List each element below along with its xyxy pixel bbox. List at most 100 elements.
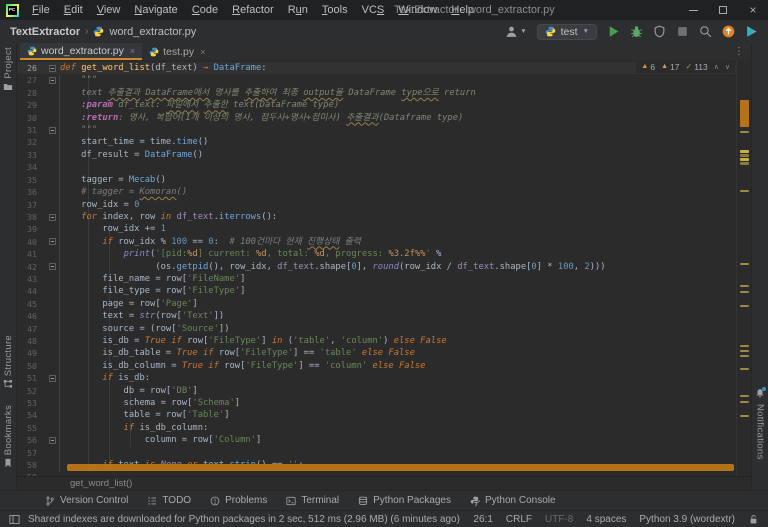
horizontal-scrollbar[interactable] xyxy=(67,464,734,471)
code-line-31[interactable]: 31 """ xyxy=(17,124,736,136)
code-line-38[interactable]: 38 for index, row in df_text.iterrows(): xyxy=(17,211,736,223)
menu-edit[interactable]: Edit xyxy=(57,0,90,20)
status-4-spaces[interactable]: 4 spaces xyxy=(586,514,626,525)
code-line-43[interactable]: 43 file_name = row['FileName'] xyxy=(17,273,736,285)
error-stripe-mark[interactable] xyxy=(740,285,749,287)
tool-stripe-notifications[interactable]: Notifications xyxy=(755,387,766,460)
coverage-button[interactable] xyxy=(653,25,666,38)
close-button[interactable]: × xyxy=(738,0,768,20)
code-line-47[interactable]: 47 source = (row['Source']) xyxy=(17,323,736,335)
fold-collapse-icon[interactable] xyxy=(48,213,56,221)
tool-stripe-structure[interactable]: Structure xyxy=(3,335,14,389)
code-line-48[interactable]: 48 is_db = True if row['FileType'] in ('… xyxy=(17,335,736,347)
debug-button[interactable] xyxy=(630,25,643,38)
toolwindow-python-packages[interactable]: Python Packages xyxy=(358,495,451,506)
code-line-42[interactable]: 42 (os.getpid(), row_idx, df_text.shape[… xyxy=(17,261,736,273)
user-dropdown[interactable]: ▼ xyxy=(505,25,527,38)
menu-run[interactable]: Run xyxy=(281,0,315,20)
menu-navigate[interactable]: Navigate xyxy=(127,0,184,20)
menu-file[interactable]: File xyxy=(25,0,57,20)
fold-end-icon[interactable] xyxy=(48,126,56,134)
status-message[interactable]: Shared indexes are downloaded for Python… xyxy=(28,514,460,525)
error-stripe[interactable] xyxy=(736,60,751,476)
fold-collapse-icon[interactable] xyxy=(48,436,56,444)
code-line-39[interactable]: 39 row_idx += 1 xyxy=(17,223,736,235)
breadcrumb-function[interactable]: get_word_list() xyxy=(70,478,132,489)
typo-count[interactable]: ✓ 113 xyxy=(685,62,707,72)
error-stripe-mark[interactable] xyxy=(740,395,749,397)
code-line-30[interactable]: 30 :return: 명사, 복합어(1개 이상의 명사, 접두사+명사+접미… xyxy=(17,112,736,124)
code-line-52[interactable]: 52 db = row['DB'] xyxy=(17,385,736,397)
tool-stripe-bookmarks[interactable]: Bookmarks xyxy=(3,405,14,468)
menu-refactor[interactable]: Refactor xyxy=(225,0,281,20)
error-stripe-mark[interactable] xyxy=(740,150,749,153)
code-line-27[interactable]: 27 """ xyxy=(17,74,736,86)
run-config-selector[interactable]: test ▼ xyxy=(536,23,597,40)
tool-window-switcher-icon[interactable] xyxy=(9,514,20,525)
search-everywhere-button[interactable] xyxy=(699,25,712,38)
code-line-32[interactable]: 32 start_time = time.time() xyxy=(17,136,736,148)
code-line-44[interactable]: 44 file_type = row['FileType'] xyxy=(17,285,736,297)
error-stripe-mark[interactable] xyxy=(740,291,749,293)
code-line-36[interactable]: 36 # tagger = Komoran() xyxy=(17,186,736,198)
menu-tools[interactable]: Tools xyxy=(315,0,355,20)
fold-end-icon[interactable] xyxy=(48,263,56,271)
status-python-3-9-wordextr-[interactable]: Python 3.9 (wordextr) xyxy=(639,514,735,525)
code-line-59[interactable]: 59 xyxy=(17,471,736,476)
tab-test-py[interactable]: test.py × xyxy=(142,43,212,60)
toolwindow-version-control[interactable]: Version Control xyxy=(45,495,128,506)
code-line-57[interactable]: 57 xyxy=(17,447,736,459)
code-line-50[interactable]: 50 is_db_column = True if row['FileType'… xyxy=(17,360,736,372)
breadcrumb-project[interactable]: TextExtractor xyxy=(10,26,80,38)
prev-problem-button[interactable]: ∧ xyxy=(714,63,719,71)
menu-code[interactable]: Code xyxy=(185,0,225,20)
error-stripe-mark[interactable] xyxy=(740,345,749,347)
toolwindow-python-console[interactable]: Python Console xyxy=(470,495,556,506)
tool-stripe-project[interactable]: Project xyxy=(3,47,14,92)
run-button[interactable] xyxy=(607,25,620,38)
code-line-40[interactable]: 40 if row_idx % 100 == 0: # 100건마다 현재 진행… xyxy=(17,236,736,248)
warning-count[interactable]: ▲ 17 xyxy=(661,62,679,72)
code-line-29[interactable]: 29 :param df_text: 파일에서 추출한 text(DataFra… xyxy=(17,99,736,111)
error-stripe-mark[interactable] xyxy=(740,305,749,307)
code-line-56[interactable]: 56 column = row['Column'] xyxy=(17,434,736,446)
close-tab-icon[interactable]: × xyxy=(200,47,205,57)
error-stripe-mark[interactable] xyxy=(740,100,749,127)
error-stripe-mark[interactable] xyxy=(740,355,749,357)
menu-vcs[interactable]: VCS xyxy=(355,0,392,20)
status-utf-8[interactable]: UTF-8 xyxy=(545,514,573,525)
services-button[interactable] xyxy=(745,25,758,38)
tab-options-icon[interactable]: ⋮ xyxy=(727,43,751,60)
code-line-55[interactable]: 55 if is_db_column: xyxy=(17,422,736,434)
fold-collapse-icon[interactable] xyxy=(48,64,56,72)
toolwindow-terminal[interactable]: Terminal xyxy=(286,495,339,506)
error-stripe-mark[interactable] xyxy=(740,131,749,133)
code-line-35[interactable]: 35 tagger = Mecab() xyxy=(17,174,736,186)
error-stripe-mark[interactable] xyxy=(740,401,749,403)
status-crlf[interactable]: CRLF xyxy=(506,514,532,525)
minimize-button[interactable] xyxy=(678,0,708,20)
code-line-45[interactable]: 45 page = row['Page'] xyxy=(17,298,736,310)
error-stripe-mark[interactable] xyxy=(740,263,749,265)
tab-word_extractor-py[interactable]: word_extractor.py × xyxy=(20,43,143,60)
fold-collapse-icon[interactable] xyxy=(48,77,56,85)
code-line-51[interactable]: 51 if is_db: xyxy=(17,372,736,384)
error-stripe-mark[interactable] xyxy=(740,158,749,161)
code-line-54[interactable]: 54 table = row['Table'] xyxy=(17,409,736,421)
close-tab-icon[interactable]: × xyxy=(130,46,135,56)
error-stripe-mark[interactable] xyxy=(740,350,749,352)
fold-collapse-icon[interactable] xyxy=(48,238,56,246)
code-line-33[interactable]: 33 df_result = DataFrame() xyxy=(17,149,736,161)
fold-collapse-icon[interactable] xyxy=(48,374,56,382)
toolwindow-todo[interactable]: TODO xyxy=(147,495,191,506)
code-line-26[interactable]: 26 def get_word_list(df_text) → DataFrame… xyxy=(17,62,736,75)
code-line-37[interactable]: 37 row_idx = 0 xyxy=(17,198,736,210)
code-line-34[interactable]: 34 xyxy=(17,161,736,173)
error-count[interactable]: ▲ 6 xyxy=(641,62,655,72)
maximize-button[interactable] xyxy=(708,0,738,20)
error-stripe-mark[interactable] xyxy=(740,190,749,192)
error-stripe-mark[interactable] xyxy=(740,154,749,157)
code-line-41[interactable]: 41 print('[pid:%d] current: %d, total: %… xyxy=(17,248,736,260)
stop-button[interactable] xyxy=(676,25,689,38)
code-line-53[interactable]: 53 schema = row['Schema'] xyxy=(17,397,736,409)
